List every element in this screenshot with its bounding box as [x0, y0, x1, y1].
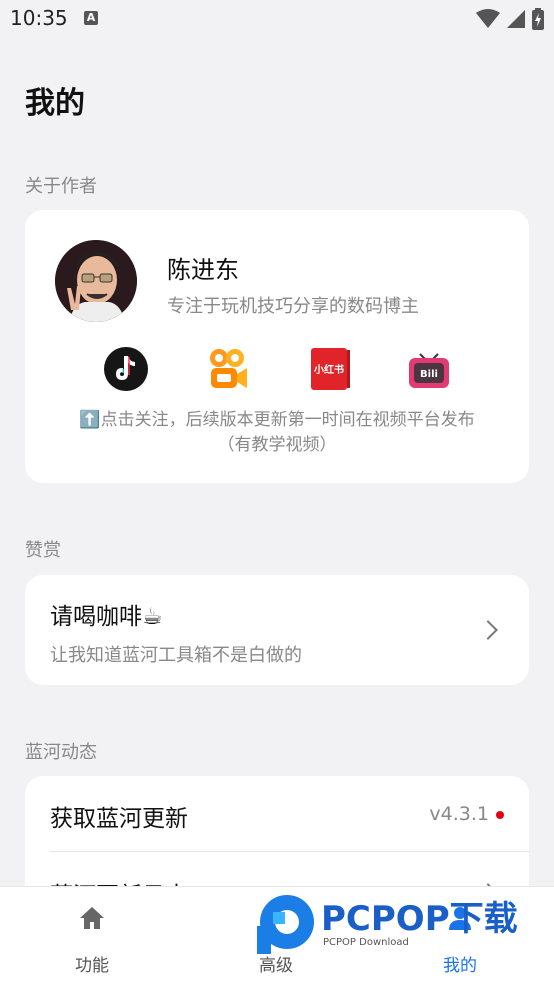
watermark-sub: PCPOP Download	[323, 937, 409, 948]
coffee-tip-row[interactable]: 请喝咖啡☕ 让我知道蓝河工具箱不是白做的	[25, 575, 529, 685]
status-icons	[476, 8, 544, 30]
get-update-label: 获取蓝河更新	[50, 806, 188, 832]
follow-hint-line2: （有教学视频）	[217, 435, 337, 455]
avatar[interactable]	[55, 240, 137, 322]
author-card: 陈进东 专注于玩机技巧分享的数码博主 小红书 Bili ⬆️点击关注，后续版本更…	[25, 210, 529, 483]
version-label: v4.3.1	[429, 803, 489, 825]
update-indicator-dot	[496, 811, 504, 819]
pcpop-watermark-logo: PCPOP下载 PCPOP Download	[255, 886, 545, 956]
bilibili-icon[interactable]: Bili	[406, 346, 452, 392]
page-title: 我的	[25, 86, 85, 121]
nav-label-features: 功能	[75, 956, 109, 976]
status-time: 10:35	[10, 6, 68, 30]
douyin-icon[interactable]	[103, 346, 149, 392]
coffee-tip-subtitle: 让我知道蓝河工具箱不是白做的	[50, 645, 302, 666]
coffee-tip-title: 请喝咖啡☕	[50, 604, 163, 630]
section-label-tip: 赞赏	[25, 540, 61, 561]
section-label-updates: 蓝河动态	[25, 742, 97, 763]
watermark-brand: PCPOP下载	[321, 899, 518, 939]
author-name: 陈进东	[167, 256, 239, 284]
chevron-right-icon	[478, 620, 498, 640]
svg-text:小红书: 小红书	[313, 363, 344, 376]
home-icon	[80, 907, 104, 929]
follow-hint-line1: ⬆️点击关注，后续版本更新第一时间在视频平台发布	[79, 410, 475, 430]
status-bar: 10:35 A	[0, 0, 554, 38]
follow-hint: ⬆️点击关注，后续版本更新第一时间在视频平台发布 （有教学视频）	[25, 408, 529, 458]
xiaohongshu-icon[interactable]: 小红书	[307, 346, 353, 392]
svg-text:Bili: Bili	[420, 369, 438, 380]
kuaishou-icon[interactable]	[205, 346, 251, 392]
section-label-about: 关于作者	[25, 176, 97, 197]
wifi-icon	[476, 9, 500, 28]
author-description: 专注于玩机技巧分享的数码博主	[167, 296, 419, 317]
signal-icon	[507, 10, 525, 28]
nav-item-features[interactable]: 功能	[0, 887, 184, 985]
get-update-row[interactable]: 获取蓝河更新 v4.3.1	[25, 776, 529, 852]
notification-badge-icon: A	[84, 11, 98, 25]
battery-icon	[532, 8, 544, 30]
